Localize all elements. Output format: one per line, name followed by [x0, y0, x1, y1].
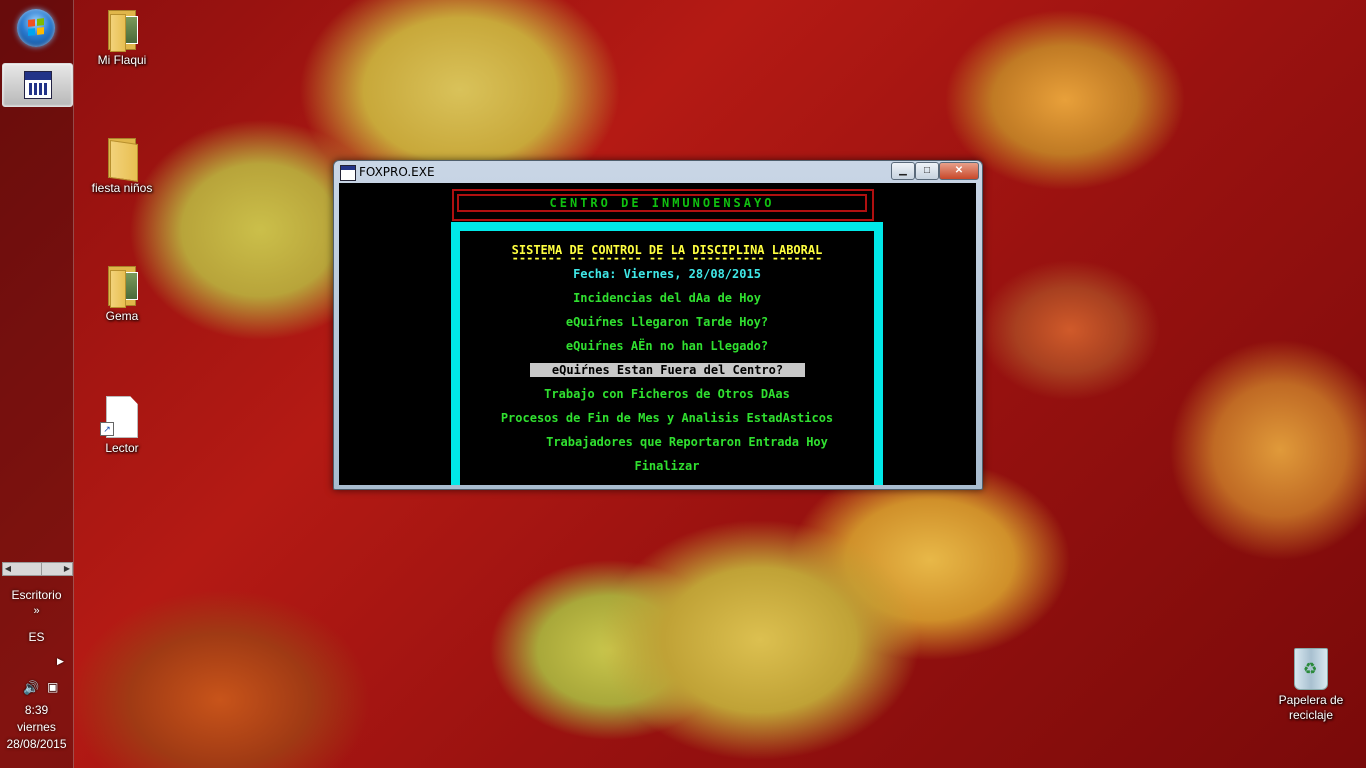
network-icon[interactable]: ▣ [47, 680, 58, 694]
app-icon[interactable] [340, 165, 356, 181]
folder-icon [106, 264, 138, 308]
menu-item-fuera-del-centro[interactable]: eQuiŕnes Estan Fuera del Centro? [530, 363, 805, 377]
menu-title-underline: ------- -- ------- -- -- ---------- ----… [511, 251, 823, 265]
windows-logo-icon [28, 18, 44, 36]
show-hidden-icons-arrow[interactable]: ▶ [57, 656, 64, 667]
clock-time[interactable]: 8:39 [0, 703, 73, 717]
console-area[interactable]: CENTRO DE INMUNOENSAYO SISTEMA DE CONTRO… [339, 183, 976, 485]
menu-item-no-han-llegado[interactable]: eQuiŕnes AЁn no han Llegado? [460, 339, 874, 353]
start-button[interactable] [17, 9, 55, 47]
minimize-button[interactable]: ▁ [891, 162, 915, 180]
menu-item-reportaron-entrada[interactable]: Trabajadores que Reportaron Entrada Hoy [480, 435, 894, 449]
foxpro-app-icon [24, 71, 52, 99]
folder-icon [106, 136, 138, 182]
menu-item-ficheros-otros-dias[interactable]: Trabajo con Ficheros de Otros DAas [460, 387, 874, 401]
menu-item-fin-de-mes[interactable]: Procesos de Fin de Mes y Analisis EstadA… [460, 411, 874, 425]
menu-item-llegaron-tarde[interactable]: eQuiŕnes Llegaron Tarde Hoy? [460, 315, 874, 329]
language-indicator[interactable]: ES [0, 630, 73, 644]
header-title: CENTRO DE INMUNOENSAYO [457, 194, 867, 212]
desktop-icon-label: fiesta niños [91, 181, 153, 195]
desktop-icon-lector[interactable]: Lector ↗ [90, 396, 154, 455]
scroll-right-icon[interactable]: ▶ [62, 563, 72, 575]
scroll-thumb[interactable] [41, 563, 52, 575]
folder-icon [106, 8, 138, 52]
desktop-icon-label: Gema [105, 309, 139, 323]
taskbar-scroller[interactable]: ◀ ▶ [2, 562, 73, 576]
clock-date[interactable]: 28/08/2015 [0, 737, 73, 751]
desktop-icon-label: Mi Flaqui [97, 53, 147, 67]
shortcut-arrow-icon: ↗ [100, 422, 114, 436]
main-menu: SISTEMA DE CONTROL DE LA DISCIPLINA LABO… [460, 231, 874, 485]
desktop-toolbar-label[interactable]: Escritorio [0, 588, 73, 602]
desktop-icon-recycle-bin[interactable]: Papelera de reciclaje [1274, 648, 1348, 723]
desktop-icon-fiesta-ninos[interactable]: fiesta niños [90, 136, 154, 195]
main-menu-frame: SISTEMA DE CONTROL DE LA DISCIPLINA LABO… [451, 222, 883, 485]
header-frame: CENTRO DE INMUNOENSAYO [452, 189, 874, 221]
window-title: FOXPRO.EXE [359, 165, 435, 179]
recycle-bin-icon [1294, 648, 1328, 690]
desktop-icon-label: Lector [105, 441, 139, 455]
taskbar-foxpro-button[interactable] [2, 63, 73, 107]
chevron-down-icon[interactable]: » [0, 605, 73, 617]
foxpro-window[interactable]: FOXPRO.EXE ▁ □ ✕ CENTRO DE INMUNOENSAYO … [333, 160, 983, 490]
clock-weekday[interactable]: viernes [0, 720, 73, 734]
taskbar: ◀ ▶ Escritorio » ES ▶ 🔊 ▣ 8:39 viernes 2… [0, 0, 74, 768]
menu-date: Fecha: Viernes, 28/08/2015 [573, 267, 761, 281]
desktop-icon-label: Papelera de reciclaje [1278, 693, 1344, 722]
desktop-icon-mi-flaqui[interactable]: Mi Flaqui [90, 8, 154, 67]
scroll-left-icon[interactable]: ◀ [3, 563, 13, 575]
desktop-icon-gema[interactable]: Gema [90, 264, 154, 323]
volume-icon[interactable]: 🔊 [23, 680, 39, 696]
close-button[interactable]: ✕ [939, 162, 979, 180]
maximize-button[interactable]: □ [915, 162, 939, 180]
menu-item-incidencias[interactable]: Incidencias del dAa de Hoy [460, 291, 874, 305]
window-titlebar[interactable]: FOXPRO.EXE ▁ □ ✕ [334, 161, 982, 183]
menu-item-finalizar[interactable]: Finalizar [460, 459, 874, 473]
